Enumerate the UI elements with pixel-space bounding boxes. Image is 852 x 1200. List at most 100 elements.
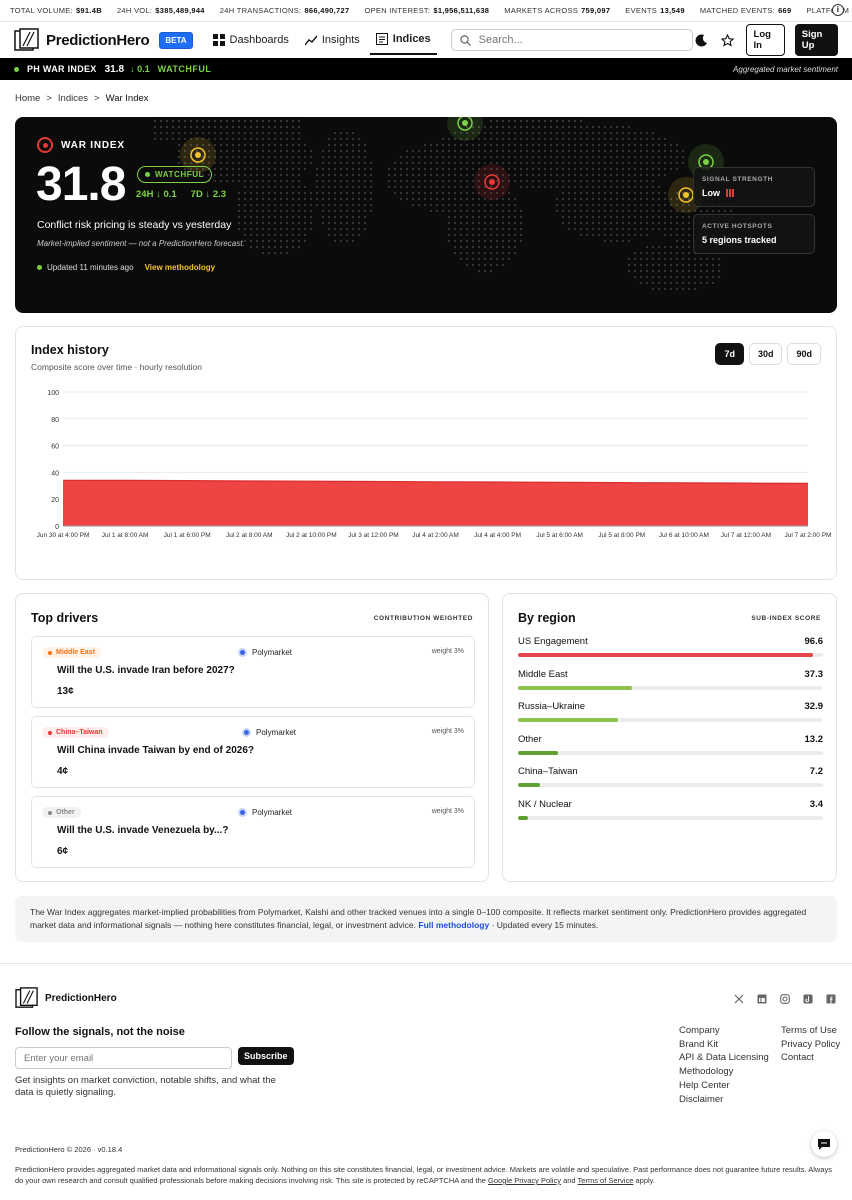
favorites-button[interactable]: [719, 30, 735, 50]
map-dot: [213, 179, 217, 183]
map-dot: [177, 149, 181, 153]
driver-question[interactable]: Will the U.S. invade Iran before 2027?: [57, 665, 235, 676]
footer-link[interactable]: Company: [679, 1024, 769, 1038]
map-dot: [255, 239, 259, 243]
terms-of-service-link[interactable]: Terms of Service: [578, 1176, 634, 1185]
facebook-icon[interactable]: [825, 993, 836, 1004]
driver-card[interactable]: China–Taiwan Polymarket weight 3% Will Chin…: [31, 716, 475, 788]
info-icon[interactable]: i: [832, 4, 844, 16]
logo[interactable]: PredictionHero BETA: [14, 28, 193, 52]
map-dot: [321, 173, 325, 177]
region-row[interactable]: China–Taiwan 7.2: [518, 766, 823, 788]
map-dot: [657, 137, 661, 141]
map-dot: [417, 167, 421, 171]
subscribe-button[interactable]: Subscribe: [238, 1047, 294, 1065]
map-dot: [579, 221, 583, 225]
footer-link[interactable]: API & Data Licensing: [679, 1051, 769, 1065]
instagram-icon[interactable]: [779, 993, 790, 1004]
map-dot: [363, 185, 367, 189]
map-dot: [633, 149, 637, 153]
map-dot: [279, 191, 283, 195]
map-dot: [249, 131, 253, 135]
map-dot: [609, 167, 613, 171]
footer-link[interactable]: Brand Kit: [679, 1038, 769, 1052]
footer-logo[interactable]: PredictionHero: [15, 987, 117, 1009]
map-dot: [207, 119, 211, 123]
map-dot: [717, 257, 721, 261]
stat-value: $91.4B: [75, 6, 102, 15]
tiktok-icon[interactable]: [802, 993, 813, 1004]
map-dot: [423, 173, 427, 177]
footer-link[interactable]: Methodology: [679, 1065, 769, 1079]
google-privacy-link[interactable]: Google Privacy Policy: [488, 1176, 561, 1185]
nav-insights[interactable]: Insights: [299, 25, 366, 55]
nav-dashboards[interactable]: Dashboards: [207, 25, 295, 55]
map-dot: [507, 227, 511, 231]
map-dot: [585, 227, 589, 231]
map-dot: [525, 167, 529, 171]
chat-button[interactable]: [811, 1131, 837, 1157]
map-dot: [471, 155, 475, 159]
map-dot: [591, 179, 595, 183]
search-box[interactable]: [450, 29, 693, 51]
map-dot: [555, 125, 559, 129]
map-dot: [291, 227, 295, 231]
breadcrumb-home[interactable]: Home: [15, 93, 40, 104]
map-dot: [669, 245, 673, 249]
hotspot-marker[interactable]: [489, 179, 495, 185]
map-dot: [219, 161, 223, 165]
nav-indices[interactable]: Indices: [369, 25, 437, 55]
driver-question[interactable]: Will China invade Taiwan by end of 2026?: [57, 745, 254, 756]
driver-card[interactable]: Middle East Polymarket weight 3% Will the U…: [31, 636, 475, 708]
region-row[interactable]: US Engagement 96.6: [518, 636, 823, 657]
map-dot: [297, 233, 301, 237]
map-dot: [615, 161, 619, 165]
region-row[interactable]: Russia–Ukraine 32.9: [518, 701, 823, 723]
venue: Polymarket: [242, 728, 296, 737]
map-dot: [645, 173, 649, 177]
map-dot: [171, 131, 175, 135]
search-input[interactable]: [478, 34, 684, 46]
region-row[interactable]: NK / Nuclear 3.4: [518, 799, 823, 820]
footer-link[interactable]: Contact: [781, 1051, 840, 1065]
map-dot: [189, 119, 193, 123]
driver-question[interactable]: Will the U.S. invade Venezuela by...?: [57, 825, 228, 836]
region-row[interactable]: Other 13.2: [518, 734, 823, 755]
map-dot: [591, 233, 595, 237]
map-dot: [651, 191, 655, 195]
x-icon[interactable]: [733, 993, 744, 1004]
theme-toggle[interactable]: [693, 30, 709, 50]
map-dot: [603, 179, 607, 183]
map-dot: [411, 155, 415, 159]
index-ticker[interactable]: PH WAR INDEX 31.8 ↓ 0.1 WATCHFUL Aggrega…: [0, 58, 852, 80]
login-button[interactable]: Log In: [745, 24, 785, 56]
signup-button[interactable]: Sign Up: [794, 24, 839, 56]
hotspot-marker[interactable]: [703, 159, 709, 165]
map-dot: [531, 167, 535, 171]
map-dot: [675, 221, 679, 225]
map-dot: [447, 203, 451, 207]
map-dot: [261, 119, 265, 123]
newsletter-email-input[interactable]: [15, 1047, 232, 1069]
footer-link[interactable]: Disclaimer: [679, 1093, 769, 1107]
breadcrumb-indices[interactable]: Indices: [58, 93, 88, 104]
y-tick-label: 60: [51, 444, 59, 451]
footer-link[interactable]: Privacy Policy: [781, 1038, 840, 1052]
region-row[interactable]: Middle East 37.3: [518, 669, 823, 690]
region-name: Middle East: [518, 668, 568, 680]
map-dot: [681, 263, 685, 267]
view-methodology-link[interactable]: View methodology: [145, 263, 216, 272]
map-dot: [537, 149, 541, 153]
hotspot-marker[interactable]: [462, 120, 468, 126]
hotspot-marker[interactable]: [683, 192, 689, 198]
map-dot: [495, 227, 499, 231]
map-dot: [507, 191, 511, 195]
map-dot: [417, 161, 421, 165]
linkedin-icon[interactable]: [756, 993, 767, 1004]
map-dot: [345, 233, 349, 237]
footer-link[interactable]: Terms of Use: [781, 1024, 840, 1038]
hotspot-marker[interactable]: [195, 152, 201, 158]
driver-card[interactable]: Other Polymarket weight 3% Will the U.S. in…: [31, 796, 475, 868]
full-methodology-link[interactable]: Full methodology: [418, 920, 489, 930]
footer-link[interactable]: Help Center: [679, 1079, 769, 1093]
